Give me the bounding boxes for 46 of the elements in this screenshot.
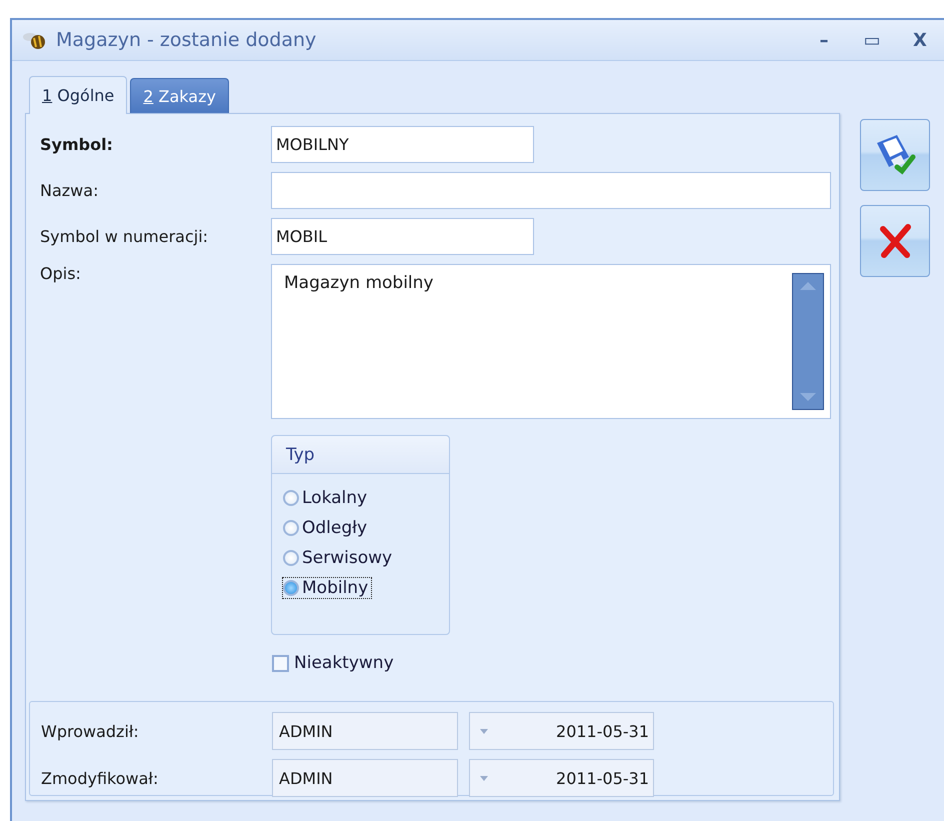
user-field: ADMIN xyxy=(272,759,458,797)
window-control[interactable]: – xyxy=(800,30,848,50)
caret-icon[interactable] xyxy=(480,776,488,780)
date-field[interactable]: 2011-05-31 xyxy=(469,712,654,750)
down-arrow-icon[interactable] xyxy=(800,393,816,401)
radio-option[interactable]: Mobilny xyxy=(283,578,372,598)
tab[interactable]: 2 Zakazy xyxy=(130,78,229,113)
radio-button[interactable] xyxy=(283,520,299,536)
field-label: Wprowadził: xyxy=(41,722,140,740)
date-value: 2011-05-31 xyxy=(556,722,649,740)
input-field[interactable]: MOBIL xyxy=(271,218,534,255)
radio-label: Mobilny xyxy=(302,578,368,598)
radio-option[interactable]: Lokalny xyxy=(283,488,370,508)
user-field: ADMIN xyxy=(272,712,458,750)
field-label: Nazwa: xyxy=(40,181,100,200)
scrollbar[interactable] xyxy=(792,273,824,410)
radio-button[interactable] xyxy=(283,550,299,566)
date-field[interactable]: 2011-05-31 xyxy=(469,759,654,797)
group-title: Typ xyxy=(286,444,315,464)
tab[interactable]: 1 Ogólne xyxy=(29,76,128,114)
radio-label: Serwisowy xyxy=(302,548,392,568)
radio-button[interactable] xyxy=(283,490,299,506)
field-label: Symbol: xyxy=(40,135,114,154)
radio-option[interactable]: Odległy xyxy=(283,518,370,538)
radio-label: Odległy xyxy=(302,518,368,538)
date-value: 2011-05-31 xyxy=(556,768,649,788)
text-area-value: Magazyn mobilny xyxy=(284,273,434,295)
input-field[interactable] xyxy=(271,172,831,209)
window-title: Magazyn - zostanie dodany xyxy=(56,29,318,51)
up-arrow-icon[interactable] xyxy=(800,282,816,290)
radio-label: Lokalny xyxy=(302,488,368,508)
radio-button[interactable] xyxy=(283,580,299,596)
text-area[interactable]: Magazyn mobilny xyxy=(271,264,831,419)
checkbox[interactable] xyxy=(272,654,289,672)
cancel-button[interactable] xyxy=(860,205,930,277)
caret-icon[interactable] xyxy=(480,728,488,734)
checkbox-label: Nieaktywny xyxy=(294,653,394,673)
field-label: Symbol w numeracji: xyxy=(40,227,210,246)
field-label: Opis: xyxy=(40,264,82,283)
window-control[interactable]: X xyxy=(896,30,944,50)
save-button[interactable] xyxy=(860,119,930,191)
bee-icon xyxy=(22,30,48,50)
input-field[interactable]: MOBILNY xyxy=(271,126,534,163)
window-control[interactable]: ▭ xyxy=(848,30,896,50)
field-label: Zmodyfikował: xyxy=(41,768,160,788)
radio-option[interactable]: Serwisowy xyxy=(283,548,396,568)
